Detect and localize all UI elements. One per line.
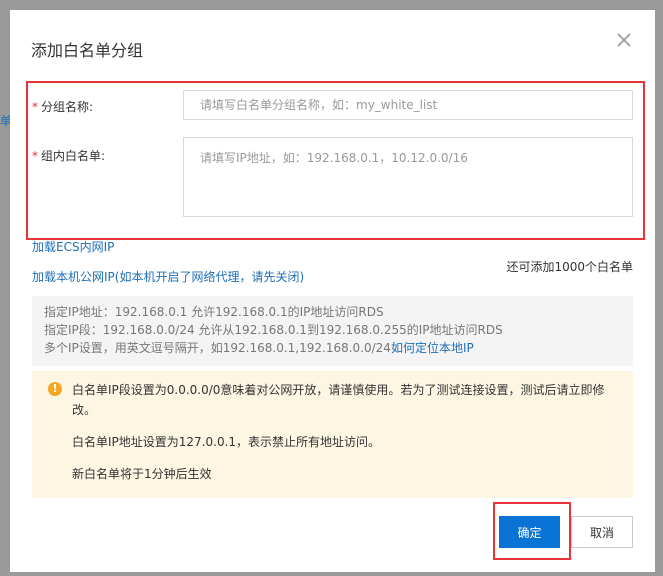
help-line-ip: 指定IP地址：192.168.0.1 允许192.168.0.1的IP地址访问R… [44,305,384,319]
help-line-multiple-text: 多个IP设置，用英文逗号隔开，如192.168.0.1,192.168.0.0/… [44,341,391,355]
warning-text-localhost: 白名单IP地址设置为127.0.0.1，表示禁止所有地址访问。 [72,435,381,449]
required-mark: * [32,100,38,114]
load-ecs-ip-link[interactable]: 加载ECS内网IP [32,238,114,255]
add-whitelist-group-dialog: 添加白名单分组 *分组名称: *组内白名单: 加载ECS内网IP 加载本机公网I… [10,10,655,572]
close-icon[interactable] [614,30,634,50]
dialog-title: 添加白名单分组 [31,41,144,60]
ip-help-box: 指定IP地址：192.168.0.1 允许192.168.0.1的IP地址访问R… [32,296,633,366]
remaining-count-text: 还可添加1000个白名单 [506,260,633,274]
whitelist-label: * 组内白名单: [32,147,105,164]
whitelist-label-text: 组内白名单: [41,149,106,163]
group-name-label: * 分组名称: [32,98,93,115]
warning-text-open: 白名单IP段设置为0.0.0.0/0意味着对公网开放，请谨慎使用。若为了测试连接… [72,383,605,417]
background-text-fragment: 单 [0,114,10,128]
help-line-range: 指定IP段：192.168.0.0/24 允许从192.168.0.1到192.… [44,323,503,337]
load-local-public-ip-link[interactable]: 加载本机公网IP(如本机开启了网络代理，请先关闭) [32,268,304,285]
ok-button[interactable]: 确定 [499,516,560,548]
locate-local-ip-link[interactable]: 如何定位本地IP [391,341,474,355]
help-line-multiple: 多个IP设置，用英文逗号隔开，如192.168.0.1,192.168.0.0/… [44,339,621,357]
warning-box: ! 白名单IP段设置为0.0.0.0/0意味着对公网开放，请谨慎使用。若为了测试… [32,371,633,498]
group-name-label-text: 分组名称: [41,100,94,114]
required-mark: * [32,149,38,163]
cancel-button[interactable]: 取消 [571,516,633,548]
warning-text-effect: 新白名单将于1分钟后生效 [72,467,212,481]
group-name-input[interactable] [183,90,633,120]
whitelist-textarea[interactable] [183,137,633,217]
exclamation-circle-icon: ! [48,382,62,396]
